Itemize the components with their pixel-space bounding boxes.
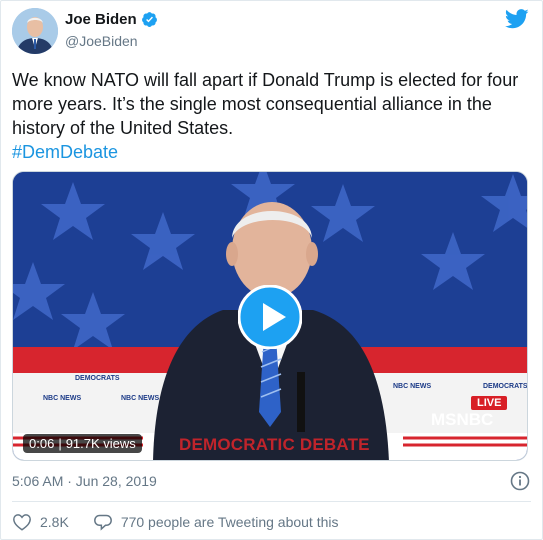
svg-text:NBC NEWS: NBC NEWS [43,395,81,402]
video-duration: 0:06 [29,436,55,451]
live-badge: LIVE [471,396,508,410]
divider [12,501,531,502]
heart-icon [13,514,31,531]
action-bar: 2.8K 770 people are Tweeting about this [12,513,363,531]
reply-bubble-icon [93,514,112,531]
svg-text:DEMOCRATS: DEMOCRATS [483,383,528,390]
info-icon[interactable] [510,471,530,491]
author-name-row[interactable]: Joe Biden [65,11,158,28]
author-name[interactable]: Joe Biden [65,11,137,28]
tweeting-about-text: 770 people are Tweeting about this [120,514,339,530]
svg-text:NBC NEWS: NBC NEWS [393,383,431,390]
svg-text:NBC NEWS: NBC NEWS [121,395,159,402]
svg-text:DEMOCRATS: DEMOCRATS [75,375,120,382]
author-handle[interactable]: @JoeBiden [65,33,138,49]
video-views: 91.7K views [65,436,136,451]
video-stats-badge: 0:06 | 91.7K views [23,434,142,453]
like-count: 2.8K [40,514,69,530]
tweet-timestamp[interactable]: 5:06 AM · Jun 28, 2019 [12,473,157,489]
badge-divider: | [58,436,62,451]
like-button[interactable]: 2.8K [12,513,69,531]
video-player[interactable]: DEMOCRATS NBC NEWS NBC NEWS NBC NEWS DEM… [12,171,528,461]
tweet-body: We know NATO will fall apart if Donald T… [12,70,519,138]
debate-banner: DEMOCRATIC DEBATE [179,435,370,454]
play-button-icon[interactable] [238,285,302,349]
avatar[interactable] [12,8,58,54]
tweet-text-block: We know NATO will fall apart if Donald T… [12,68,537,164]
verified-badge-icon [141,12,157,27]
network-logo: MSNBC [431,410,494,429]
hashtag-link[interactable]: #DemDebate [12,140,537,164]
tweet-card: Joe Biden @JoeBiden We know NATO will fa… [0,0,543,540]
tweeting-about-link[interactable]: 770 people are Tweeting about this [93,513,339,531]
twitter-bird-icon[interactable] [505,9,529,29]
